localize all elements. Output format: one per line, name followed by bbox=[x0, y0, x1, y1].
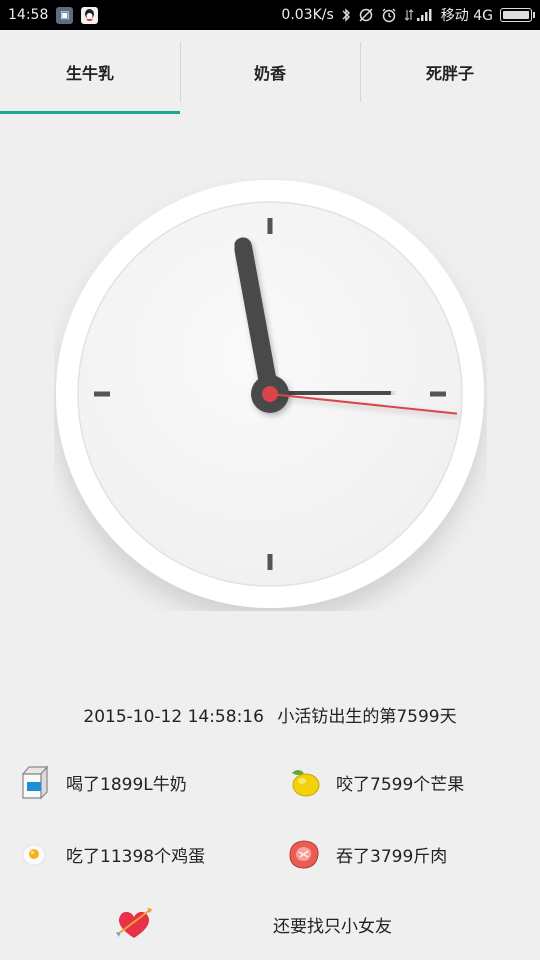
stat-meat-text: 吞了3799斤肉 bbox=[336, 846, 448, 867]
carrier: 移动 4G bbox=[440, 8, 493, 24]
days-since-birth: 小活钫出生的第7599天 bbox=[277, 707, 457, 727]
clock-face bbox=[56, 180, 484, 608]
stat-milk-text: 喝了1899L牛奶 bbox=[66, 774, 187, 795]
birth-info: 2015-10-12 14:58:16 小活钫出生的第7599天 bbox=[0, 702, 540, 727]
image-icon: ▣ bbox=[56, 6, 74, 24]
bluetooth-icon bbox=[341, 8, 351, 22]
tab-raw-milk[interactable]: 生牛乳 bbox=[0, 30, 180, 114]
girlfriend-goal-text[interactable]: 还要找只小女友 bbox=[0, 912, 540, 937]
egg-icon bbox=[16, 836, 52, 872]
stat-mango-text: 咬了7599个芒果 bbox=[336, 774, 465, 795]
stat-milk: 喝了1899L牛奶 bbox=[16, 764, 187, 800]
battery-icon bbox=[500, 8, 535, 22]
tab-fatty[interactable]: 死胖子 bbox=[360, 30, 540, 114]
mango-icon bbox=[286, 764, 322, 800]
stat-egg-text: 吃了11398个鸡蛋 bbox=[66, 846, 206, 867]
stat-meat: 吞了3799斤肉 bbox=[286, 836, 447, 872]
stat-egg: 吃了11398个鸡蛋 bbox=[16, 836, 205, 872]
sync-off-icon bbox=[358, 7, 374, 23]
qq-icon bbox=[81, 6, 99, 24]
tab-bar: 生牛乳 奶香 死胖子 bbox=[0, 30, 540, 114]
signal-icon bbox=[404, 8, 434, 22]
status-bar: 14:58 ▣ 0.03K/s 移动 4G bbox=[0, 0, 540, 30]
stat-mango: 咬了7599个芒果 bbox=[286, 764, 464, 800]
analog-clock bbox=[54, 178, 487, 611]
tab-milk-fragrance[interactable]: 奶香 bbox=[180, 30, 360, 114]
network-speed: 0.03K/s bbox=[281, 7, 334, 23]
current-datetime: 2015-10-12 14:58:16 bbox=[83, 707, 264, 727]
status-time: 14:58 bbox=[8, 7, 49, 23]
alarm-icon bbox=[381, 7, 397, 23]
clock-center-cap bbox=[262, 386, 278, 402]
milk-carton-icon bbox=[16, 764, 52, 800]
meat-icon bbox=[286, 836, 322, 872]
